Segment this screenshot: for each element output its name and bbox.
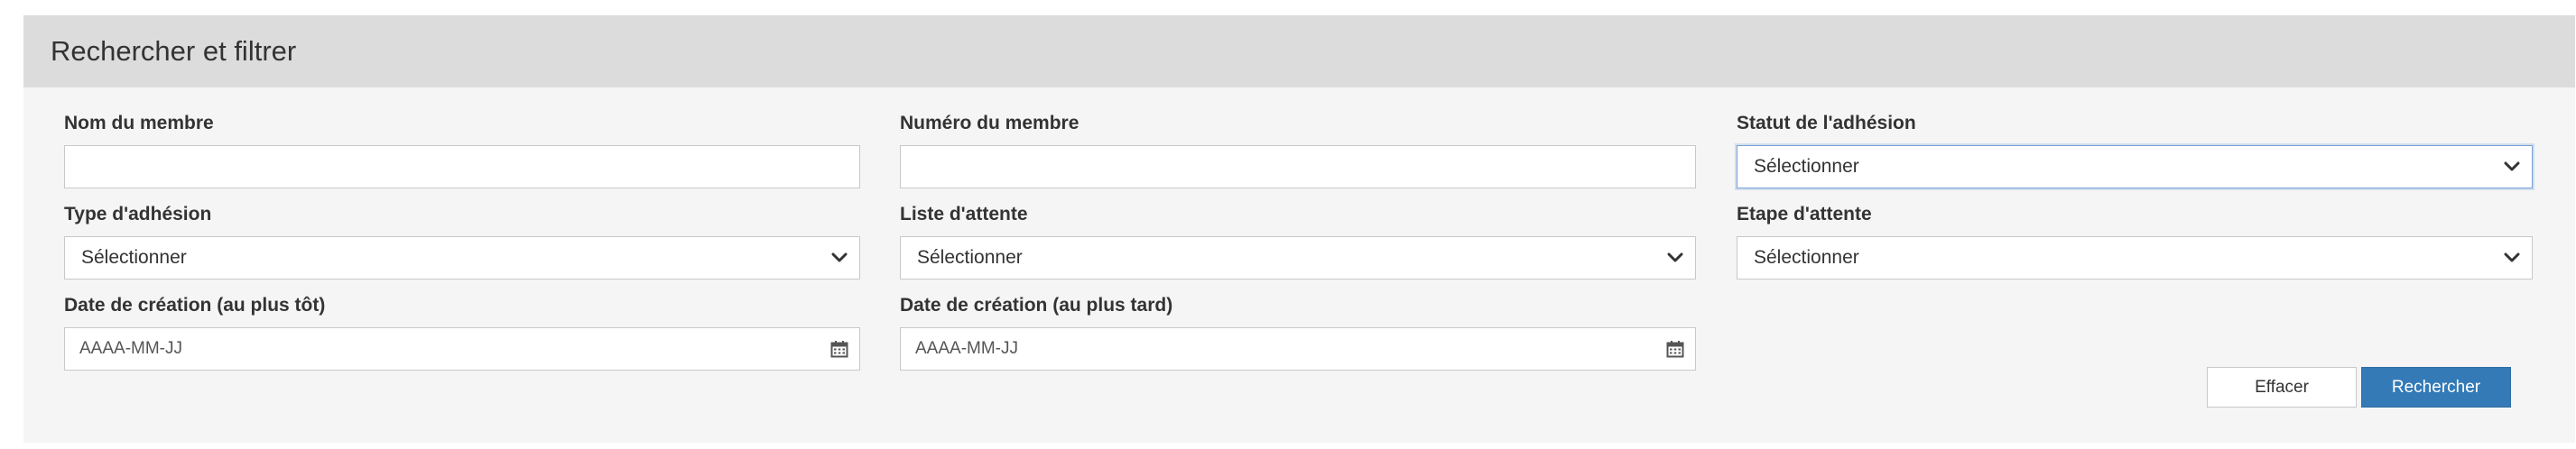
member-number-label: Numéro du membre <box>900 113 1080 133</box>
created-earliest-field: Date de création (au plus tôt) AAAA-MM-J… <box>64 295 860 371</box>
waiting-list-label: Liste d'attente <box>900 204 1028 224</box>
member-number-field: Numéro du membre <box>900 113 1696 188</box>
waiting-stage-field: Etape d'attente Sélectionner <box>1737 204 2533 279</box>
created-latest-field: Date de création (au plus tard) AAAA-MM-… <box>900 295 1696 371</box>
created-latest-date-input[interactable]: AAAA-MM-JJ <box>900 327 1696 371</box>
calendar-icon[interactable] <box>1655 328 1695 370</box>
waiting-list-select[interactable]: Sélectionner <box>900 236 1696 279</box>
chevron-down-icon <box>2492 146 2532 188</box>
membership-status-select[interactable]: Sélectionner <box>1737 145 2533 188</box>
calendar-icon[interactable] <box>820 328 859 370</box>
waiting-list-value: Sélectionner <box>917 247 1023 268</box>
membership-type-field: Type d'adhésion Sélectionner <box>64 204 860 279</box>
waiting-stage-value: Sélectionner <box>1754 247 1859 268</box>
panel-title: Rechercher et filtrer <box>51 35 297 67</box>
clear-button[interactable]: Effacer <box>2207 367 2357 408</box>
search-button[interactable]: Rechercher <box>2361 367 2511 408</box>
membership-status-label: Statut de l'adhésion <box>1737 113 1916 133</box>
membership-type-select[interactable]: Sélectionner <box>64 236 860 279</box>
membership-status-value: Sélectionner <box>1754 156 1859 177</box>
created-latest-placeholder: AAAA-MM-JJ <box>915 339 1018 358</box>
created-earliest-date-input[interactable]: AAAA-MM-JJ <box>64 327 860 371</box>
membership-type-label: Type d'adhésion <box>64 204 212 224</box>
waiting-stage-label: Etape d'attente <box>1737 204 1872 224</box>
member-number-input[interactable] <box>900 145 1696 188</box>
membership-status-field: Statut de l'adhésion Sélectionner <box>1737 113 2533 188</box>
created-earliest-label: Date de création (au plus tôt) <box>64 295 326 316</box>
membership-type-value: Sélectionner <box>81 247 187 268</box>
waiting-list-field: Liste d'attente Sélectionner <box>900 204 1696 279</box>
search-filter-panel: Rechercher et filtrer <box>23 15 2575 443</box>
created-latest-label: Date de création (au plus tard) <box>900 295 1173 316</box>
panel-header: Rechercher et filtrer <box>23 15 2575 87</box>
chevron-down-icon <box>2492 237 2532 279</box>
member-name-field: Nom du membre <box>64 113 860 188</box>
chevron-down-icon <box>820 237 859 279</box>
created-earliest-placeholder: AAAA-MM-JJ <box>79 339 182 358</box>
member-name-label: Nom du membre <box>64 113 214 133</box>
waiting-stage-select[interactable]: Sélectionner <box>1737 236 2533 279</box>
member-name-input[interactable] <box>64 145 860 188</box>
chevron-down-icon <box>1655 237 1695 279</box>
